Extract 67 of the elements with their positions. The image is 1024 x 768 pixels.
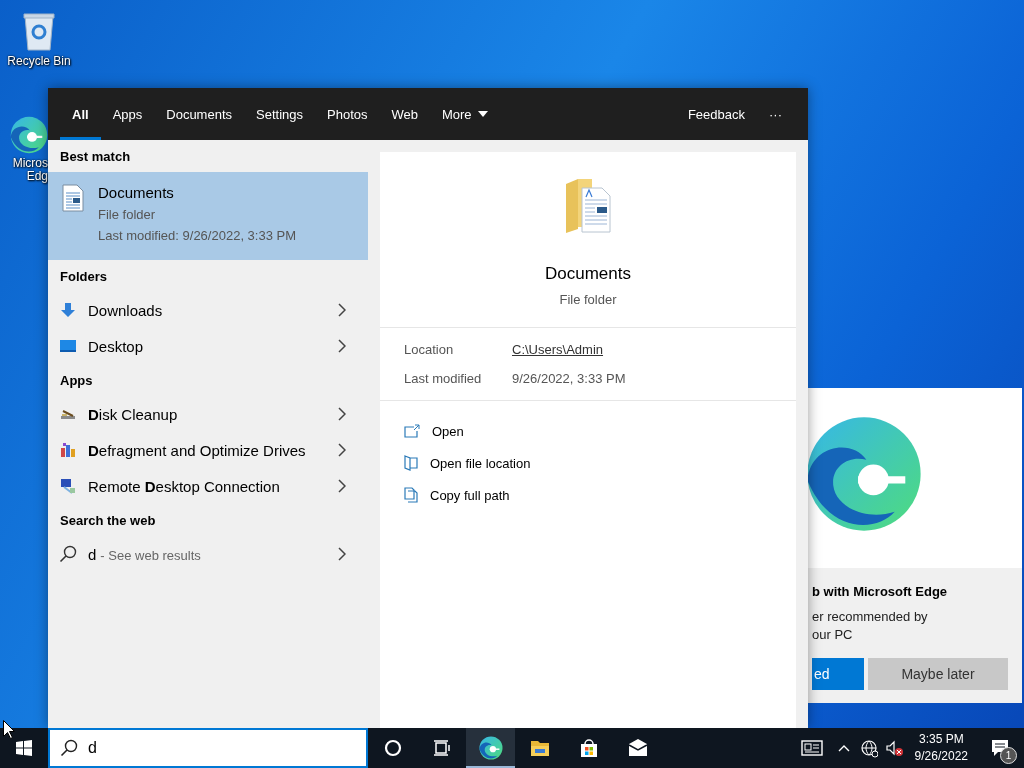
edge-logo-icon: [478, 736, 503, 760]
section-heading: Apps: [60, 372, 93, 388]
search-result[interactable]: Defragment and Optimize Drives: [48, 432, 358, 468]
broom-drive-icon: [60, 407, 76, 421]
muted-speaker-icon: [885, 738, 904, 758]
folder-document-icon: [564, 178, 612, 234]
desktop-icon: [60, 340, 76, 352]
chevron-right-icon[interactable]: [338, 547, 346, 561]
folder-outline-icon: [404, 455, 418, 471]
preview-subtitle: File folder: [559, 292, 617, 307]
best-match-result[interactable]: Documents File folder Last modified: 9/26/2022, 3:33 PM: [48, 172, 368, 260]
feedback-button[interactable]: Feedback: [675, 88, 757, 140]
colored-blocks-icon: [60, 442, 76, 458]
search-icon: [60, 739, 78, 757]
chevron-right-icon[interactable]: [338, 407, 346, 421]
action-button[interactable]: Open: [404, 415, 464, 447]
preview-title: Documents: [545, 264, 631, 284]
folder-icon: [528, 738, 551, 758]
clock[interactable]: 3:35 PM 9/26/2022: [906, 728, 976, 768]
more-options-button[interactable]: ···: [757, 88, 794, 140]
search-icon: [59, 545, 77, 563]
search-field[interactable]: d: [48, 728, 368, 768]
location-link[interactable]: C:\Users\Admin: [512, 342, 604, 357]
envelope-icon: [626, 738, 649, 758]
section-heading: Folders: [60, 268, 107, 284]
search-tab[interactable]: All: [60, 88, 101, 140]
property-value: 9/26/2022, 3:33 PM: [512, 371, 626, 386]
edge-logo-icon: [10, 116, 48, 154]
search-tab[interactable]: More: [430, 88, 500, 140]
action-button[interactable]: Copy full path: [404, 479, 510, 511]
confirm-button[interactable]: ed: [812, 658, 864, 690]
property-label: Location: [404, 342, 454, 357]
monitor-icon: [60, 478, 76, 494]
desktop-icon-label: Micros Edg: [12, 157, 48, 183]
search-result[interactable]: Desktop: [48, 328, 358, 364]
notification-count-badge: 1: [1000, 747, 1017, 764]
section-heading: Search the web: [60, 512, 156, 528]
desktop-icon-label: Recycle Bin: [7, 55, 71, 68]
copy-icon: [404, 487, 418, 503]
open-window-icon: [404, 424, 420, 438]
chevron-right-icon[interactable]: [338, 443, 346, 457]
taskbar-button[interactable]: [466, 728, 515, 768]
document-icon: [62, 184, 84, 212]
search-tab[interactable]: Settings: [244, 88, 315, 140]
popup-message: er recommended by our PC: [812, 608, 929, 644]
chevron-right-icon[interactable]: [338, 479, 346, 493]
search-result[interactable]: Downloads: [48, 292, 358, 328]
down-arrow-icon: [60, 302, 76, 318]
chevron-right-icon[interactable]: [338, 339, 346, 353]
news-icon: [799, 738, 824, 758]
action-button[interactable]: Open file location: [404, 447, 531, 479]
property-label: Last modified: [404, 371, 482, 386]
search-tab[interactable]: Photos: [315, 88, 380, 140]
search-tab[interactable]: Apps: [100, 88, 155, 140]
search-tab[interactable]: Web: [379, 88, 430, 140]
windows-logo-icon: [16, 740, 32, 756]
chevron-right-icon[interactable]: [338, 303, 346, 317]
search-result[interactable]: Remote Desktop Connection: [48, 468, 358, 504]
web-search-result[interactable]: d - See web results: [48, 536, 358, 572]
notifications-button[interactable]: 1: [976, 728, 1024, 768]
search-tab[interactable]: Documents: [154, 88, 244, 140]
popup-heading: b with Microsoft Edge: [812, 584, 949, 599]
section-heading: Best match: [60, 148, 131, 164]
mouse-cursor-icon: [3, 720, 15, 739]
maybe-later-button[interactable]: Maybe later: [868, 658, 1008, 690]
search-result[interactable]: Disk Cleanup: [48, 396, 358, 432]
globe-icon: [860, 738, 879, 758]
